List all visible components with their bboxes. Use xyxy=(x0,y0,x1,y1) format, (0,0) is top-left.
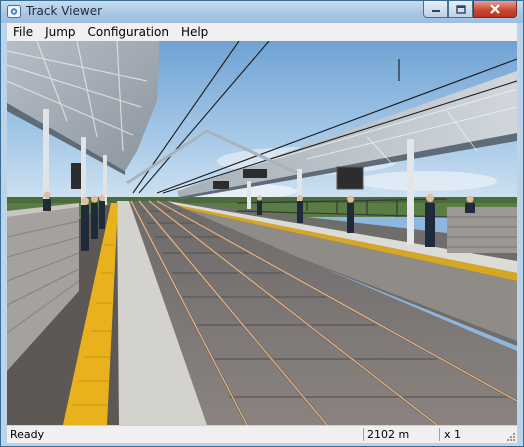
menu-help[interactable]: Help xyxy=(175,23,214,41)
minimize-button[interactable] xyxy=(423,1,448,18)
resize-grip-icon[interactable] xyxy=(506,432,516,442)
close-icon xyxy=(490,4,500,14)
status-text: Ready xyxy=(10,428,45,441)
status-bar: Ready 2102 m x 1 xyxy=(7,425,517,443)
railway-station-scene xyxy=(7,41,517,425)
status-divider xyxy=(439,428,440,441)
app-window: Track Viewer File Jump Configuration Hel… xyxy=(0,0,524,447)
departure-board xyxy=(336,166,364,190)
status-speed-factor: x 1 xyxy=(444,428,462,441)
menu-file[interactable]: File xyxy=(7,23,39,41)
maximize-button[interactable] xyxy=(448,1,473,18)
app-icon xyxy=(7,5,21,18)
3d-viewport[interactable] xyxy=(7,41,517,425)
menu-jump[interactable]: Jump xyxy=(39,23,81,41)
close-button[interactable] xyxy=(473,1,517,18)
minimize-icon xyxy=(431,10,440,12)
status-divider xyxy=(363,428,364,441)
menu-configuration[interactable]: Configuration xyxy=(82,23,175,41)
maximize-icon xyxy=(455,4,466,14)
title-bar[interactable]: Track Viewer xyxy=(1,1,523,23)
status-distance: 2102 m xyxy=(367,428,410,441)
menu-bar: File Jump Configuration Help xyxy=(7,23,517,41)
window-title: Track Viewer xyxy=(26,4,103,18)
